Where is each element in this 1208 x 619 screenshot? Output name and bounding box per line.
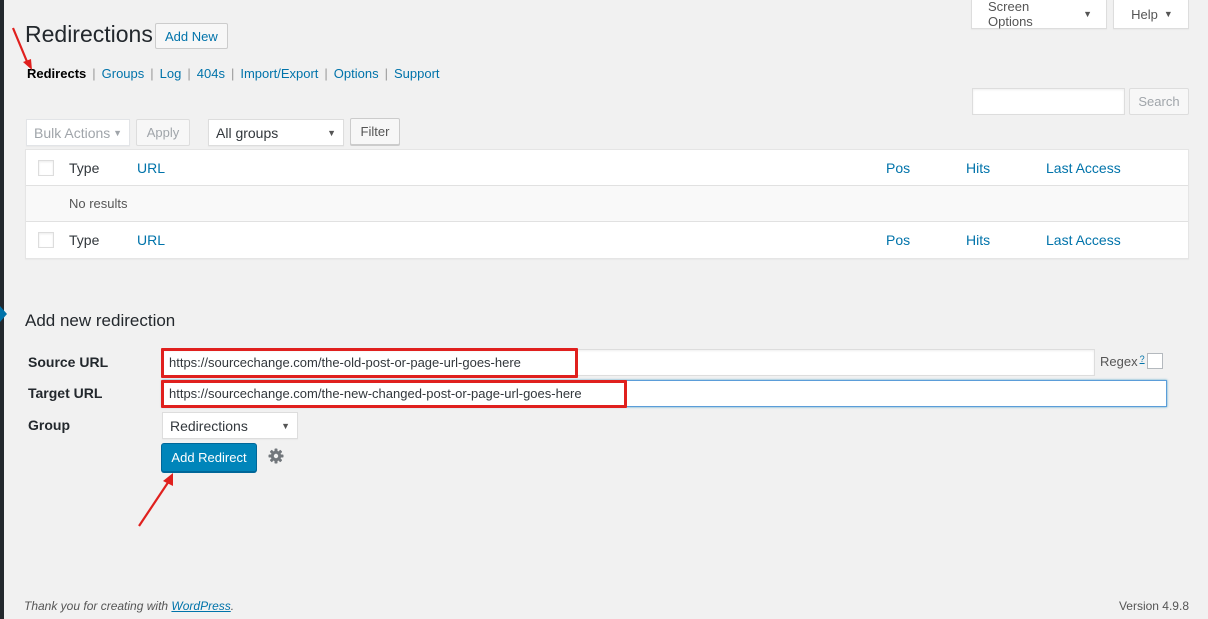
subnav-log[interactable]: Log [160,66,182,81]
column-last-access-sort-footer[interactable]: Last Access [1046,232,1121,248]
apply-button[interactable]: Apply [136,119,190,146]
subnav-separator: | [230,66,235,81]
regex-help-link[interactable]: ? [1140,354,1145,364]
column-hits-sort[interactable]: Hits [966,160,990,176]
bulk-actions-value: Bulk Actions [34,124,111,141]
column-type: Type [69,159,100,176]
add-redirection-heading: Add new redirection [25,311,176,330]
wordpress-link[interactable]: WordPress [171,599,230,613]
add-redirect-button[interactable]: Add Redirect [161,443,257,472]
column-url-sort[interactable]: URL [137,160,165,176]
search-input[interactable] [972,88,1125,115]
table-footer-row: Type URL Pos Hits Last Access [26,222,1188,258]
column-url-sort-footer[interactable]: URL [137,232,165,248]
page-title: Redirections [25,21,153,47]
subnav-404s[interactable]: 404s [197,66,225,81]
no-results-text: No results [69,196,128,211]
regex-label: Regex ? [1100,354,1145,369]
caret-down-icon: ▼ [1163,9,1173,19]
caret-down-icon: ▼ [113,128,122,138]
caret-down-icon: ▼ [327,128,336,138]
subnav-separator: | [384,66,388,81]
column-type-footer: Type [69,232,100,248]
annotation-arrow-icon [138,473,173,527]
caret-down-icon: ▼ [1083,9,1092,19]
groups-filter-select[interactable]: All groups ▼ [208,119,344,146]
menu-current-indicator [0,306,7,322]
screen-options-label: Screen Options [988,0,1033,29]
caret-down-icon: ▼ [281,421,290,431]
redirects-table: Type URL Pos Hits Last Access No results… [25,149,1189,259]
source-url-label: Source URL [28,354,109,370]
column-pos-sort[interactable]: Pos [886,160,910,176]
subnav-separator: | [187,66,191,81]
filter-button[interactable]: Filter [350,118,400,145]
screen-options-button[interactable]: Screen Options ▼ [971,0,1107,29]
subnav-import-export[interactable]: Import/Export [240,66,318,81]
sub-navigation: Redirects | Groups | Log | 404s | Import… [27,66,440,81]
subnav-support[interactable]: Support [394,66,440,81]
column-pos-sort-footer[interactable]: Pos [886,232,910,248]
group-select-value: Redirections [170,417,248,434]
subnav-separator: | [150,66,154,81]
bulk-actions-select[interactable]: Bulk Actions ▼ [26,119,130,146]
subnav-separator: | [92,66,96,81]
table-header-row: Type URL Pos Hits Last Access [26,150,1188,186]
select-all-checkbox[interactable] [38,159,54,176]
gear-icon[interactable] [266,446,286,466]
screen-meta-links: Screen Options ▼ Help ▼ [971,0,1189,29]
add-new-button[interactable]: Add New [155,23,228,49]
column-last-access-sort[interactable]: Last Access [1046,160,1121,176]
column-hits-sort-footer[interactable]: Hits [966,232,990,248]
group-select[interactable]: Redirections ▼ [162,412,298,439]
regex-label-text: Regex [1100,354,1138,369]
footer-thanks-text: Thank you for creating with [24,599,169,613]
search-button[interactable]: Search [1129,88,1189,115]
regex-checkbox[interactable] [1147,353,1163,369]
footer-version: Version 4.9.8 [1118,599,1189,613]
source-url-highlight-box [161,348,578,378]
subnav-redirects[interactable]: Redirects [27,66,86,81]
groups-filter-value: All groups [216,124,279,141]
target-url-highlight-box [161,380,627,408]
subnav-options[interactable]: Options [334,66,379,81]
select-all-checkbox-footer[interactable] [38,232,54,248]
help-label: Help [1131,6,1158,22]
subnav-separator: | [324,66,328,81]
subnav-groups[interactable]: Groups [102,66,145,81]
group-label: Group [28,417,70,433]
footer-credits: Thank you for creating with WordPress. [24,599,234,613]
footer-thanks-suffix: . [230,599,235,613]
table-row: No results [26,186,1188,222]
help-button[interactable]: Help ▼ [1113,0,1189,29]
target-url-label: Target URL [28,385,103,401]
